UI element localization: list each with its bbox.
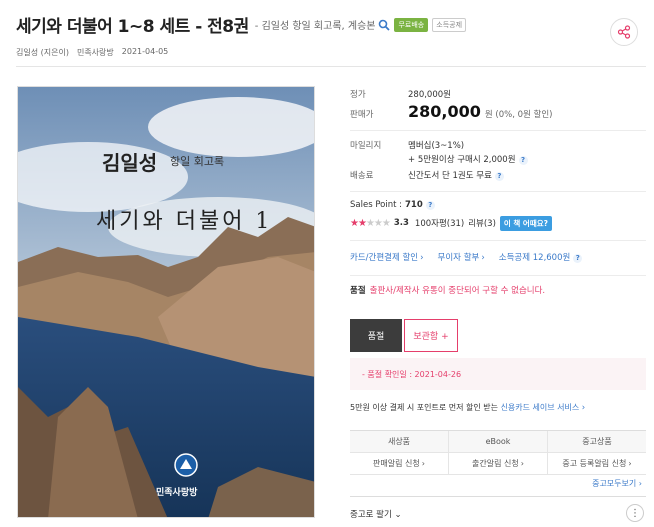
income-deduction-badge: 소득공제: [432, 17, 467, 32]
soldout-message: 출판사/제작사 유통이 중단되어 구할 수 없습니다.: [369, 286, 546, 296]
chevron-right-icon: ›: [421, 459, 425, 468]
list-price: 280,000원: [408, 90, 451, 100]
alert-table: 새상품 eBook 중고상품 판매알림 신청 › 출간알림 신청 › 중고 등록알림…: [350, 430, 646, 475]
divider: [350, 130, 646, 131]
shipping-label: 배송료: [350, 171, 374, 181]
divider: [350, 275, 646, 276]
list-price-row: 정가 280,000원: [350, 88, 646, 102]
promo-text: 5만원 이상 결제 시 포인트로 먼저 할인 받는: [350, 403, 499, 412]
soldout-confirm-date: - 품절 확인일 : 2021-04-26: [362, 369, 462, 379]
alert-table-row: 판매알림 신청 › 출간알림 신청 › 중고 등록알림 신청 ›: [350, 453, 646, 475]
mileage-value: 멤버십(3~1%): [408, 141, 465, 151]
sale-price-row: 판매가 280,000 원 (0%, 0원 할인): [350, 102, 646, 124]
search-icon[interactable]: [378, 19, 391, 31]
chevron-right-icon: ›: [520, 459, 524, 468]
cover-author: 김일성: [102, 151, 158, 175]
help-icon[interactable]: ?: [573, 254, 583, 263]
chevron-right-icon: ›: [420, 253, 424, 263]
more-options-icon[interactable]: ⋮: [626, 504, 644, 522]
reviews-link[interactable]: 리뷰(3): [468, 217, 496, 229]
mileage-row: 마일리지 멤버십(3~1%): [350, 139, 646, 153]
free-shipping-badge: 무료배송: [394, 17, 429, 32]
sales-point-row: Sales Point : 710 ?: [350, 200, 646, 214]
divider: [350, 240, 646, 241]
divider: [350, 191, 646, 192]
sale-price: 280,000: [408, 102, 481, 121]
cover-title: 세기와 더불어 1: [96, 209, 273, 234]
shipping-row: 배송료 신간도서 단 1권도 무료 ?: [350, 169, 646, 185]
wishlist-button[interactable]: 보관함 +: [404, 319, 458, 352]
author-link[interactable]: 김일성 (지은이): [16, 47, 69, 58]
ask-opinion-button[interactable]: 이 책 어때요?: [499, 215, 552, 231]
soldout-confirm-box: - 품절 확인일 : 2021-04-26: [350, 358, 646, 390]
help-icon[interactable]: ?: [494, 172, 504, 181]
sale-price-label: 판매가: [350, 110, 374, 120]
used-alert-button[interactable]: 중고 등록알림 신청 ›: [548, 453, 646, 475]
book-meta: 김일성 (지은이) 민족사랑방 2021-04-05: [16, 47, 638, 58]
bottom-divider: [350, 496, 646, 497]
share-icon: [617, 25, 631, 39]
sales-point-value: 710: [405, 200, 423, 210]
star-score: 3.3: [393, 218, 409, 228]
header-divider: [16, 66, 646, 67]
help-icon[interactable]: ?: [518, 156, 528, 165]
income-deduction-link[interactable]: 소득공제 12,600원: [499, 251, 571, 263]
installment-link[interactable]: 무이자 할부: [438, 251, 480, 263]
book-subtitle: - 김일성 항일 회고록, 계승본: [254, 21, 376, 32]
col-used: 중고상품: [548, 431, 646, 453]
card-discount-link[interactable]: 카드/간편결제 할인: [350, 251, 418, 263]
promo-line: 5만원 이상 결제 시 포인트로 먼저 할인 받는 신용카드 세이브 서비스 ›: [350, 402, 585, 413]
alert-table-header: 새상품 eBook 중고상품: [350, 431, 646, 453]
star-rating-icon: ★★★★★: [350, 217, 391, 229]
cover-subtitle: 항일 회고록: [170, 155, 225, 168]
cover-publisher-logo: 민족사랑방: [156, 488, 198, 498]
shipping-value: 신간도서 단 1권도 무료: [408, 171, 492, 181]
sale-alert-button[interactable]: 판매알림 신청 ›: [350, 453, 449, 475]
col-new: 새상품: [350, 431, 449, 453]
rating-row: ★★★★★ 3.3 100자평(31) 리뷰(3) 이 책 어때요?: [350, 214, 646, 232]
publisher-link[interactable]: 민족사랑방: [77, 47, 114, 58]
card-save-link[interactable]: 신용카드 세이브 서비스: [501, 403, 580, 412]
book-cover[interactable]: 김일성 항일 회고록 세기와 더불어 1 민족사랑방: [17, 86, 315, 518]
chevron-right-icon: ›: [481, 253, 485, 263]
page-title: 세기와 더불어 1~8 세트 - 전8권: [16, 17, 249, 37]
col-ebook: eBook: [449, 431, 548, 453]
view-all-used-link[interactable]: 중고모두보기 ›: [592, 478, 642, 489]
help-icon[interactable]: ?: [425, 201, 435, 210]
publish-alert-button[interactable]: 출간알림 신청 ›: [449, 453, 548, 475]
mileage-extra: + 5만원이상 구매시 2,000원: [408, 155, 516, 165]
title-row: 세기와 더불어 1~8 세트 - 전8권 - 김일성 항일 회고록, 계승본 무…: [16, 12, 638, 37]
soldout-button[interactable]: 품절: [350, 319, 402, 352]
product-header: 세기와 더불어 1~8 세트 - 전8권 - 김일성 항일 회고록, 계승본 무…: [16, 12, 638, 58]
share-button[interactable]: [610, 18, 638, 46]
list-price-label: 정가: [350, 90, 366, 100]
reviews-100-link[interactable]: 100자평(31): [415, 217, 464, 229]
chevron-right-icon: ›: [581, 403, 586, 413]
chevron-right-icon: ›: [628, 459, 632, 468]
sell-used-dropdown[interactable]: 중고로 팔기 ⌄: [350, 508, 402, 520]
chevron-down-icon: ⌄: [394, 510, 402, 520]
soldout-row: 품절 출판사/제작사 유통이 중단되어 구할 수 없습니다.: [350, 284, 646, 298]
mileage-extra-row: + 5만원이상 구매시 2,000원 ?: [350, 153, 646, 169]
publish-date: 2021-04-05: [121, 47, 169, 56]
mileage-label: 마일리지: [350, 141, 382, 151]
benefits-row: 카드/간편결제 할인 › 무이자 할부 › 소득공제 12,600원 ?: [350, 251, 646, 265]
sale-price-note: 원 (0%, 0원 할인): [484, 110, 553, 120]
soldout-label: 품절: [350, 286, 366, 296]
sales-point-label: Sales Point :: [350, 200, 402, 210]
product-info: 정가 280,000원 판매가 280,000 원 (0%, 0원 할인) 마일…: [350, 86, 646, 298]
